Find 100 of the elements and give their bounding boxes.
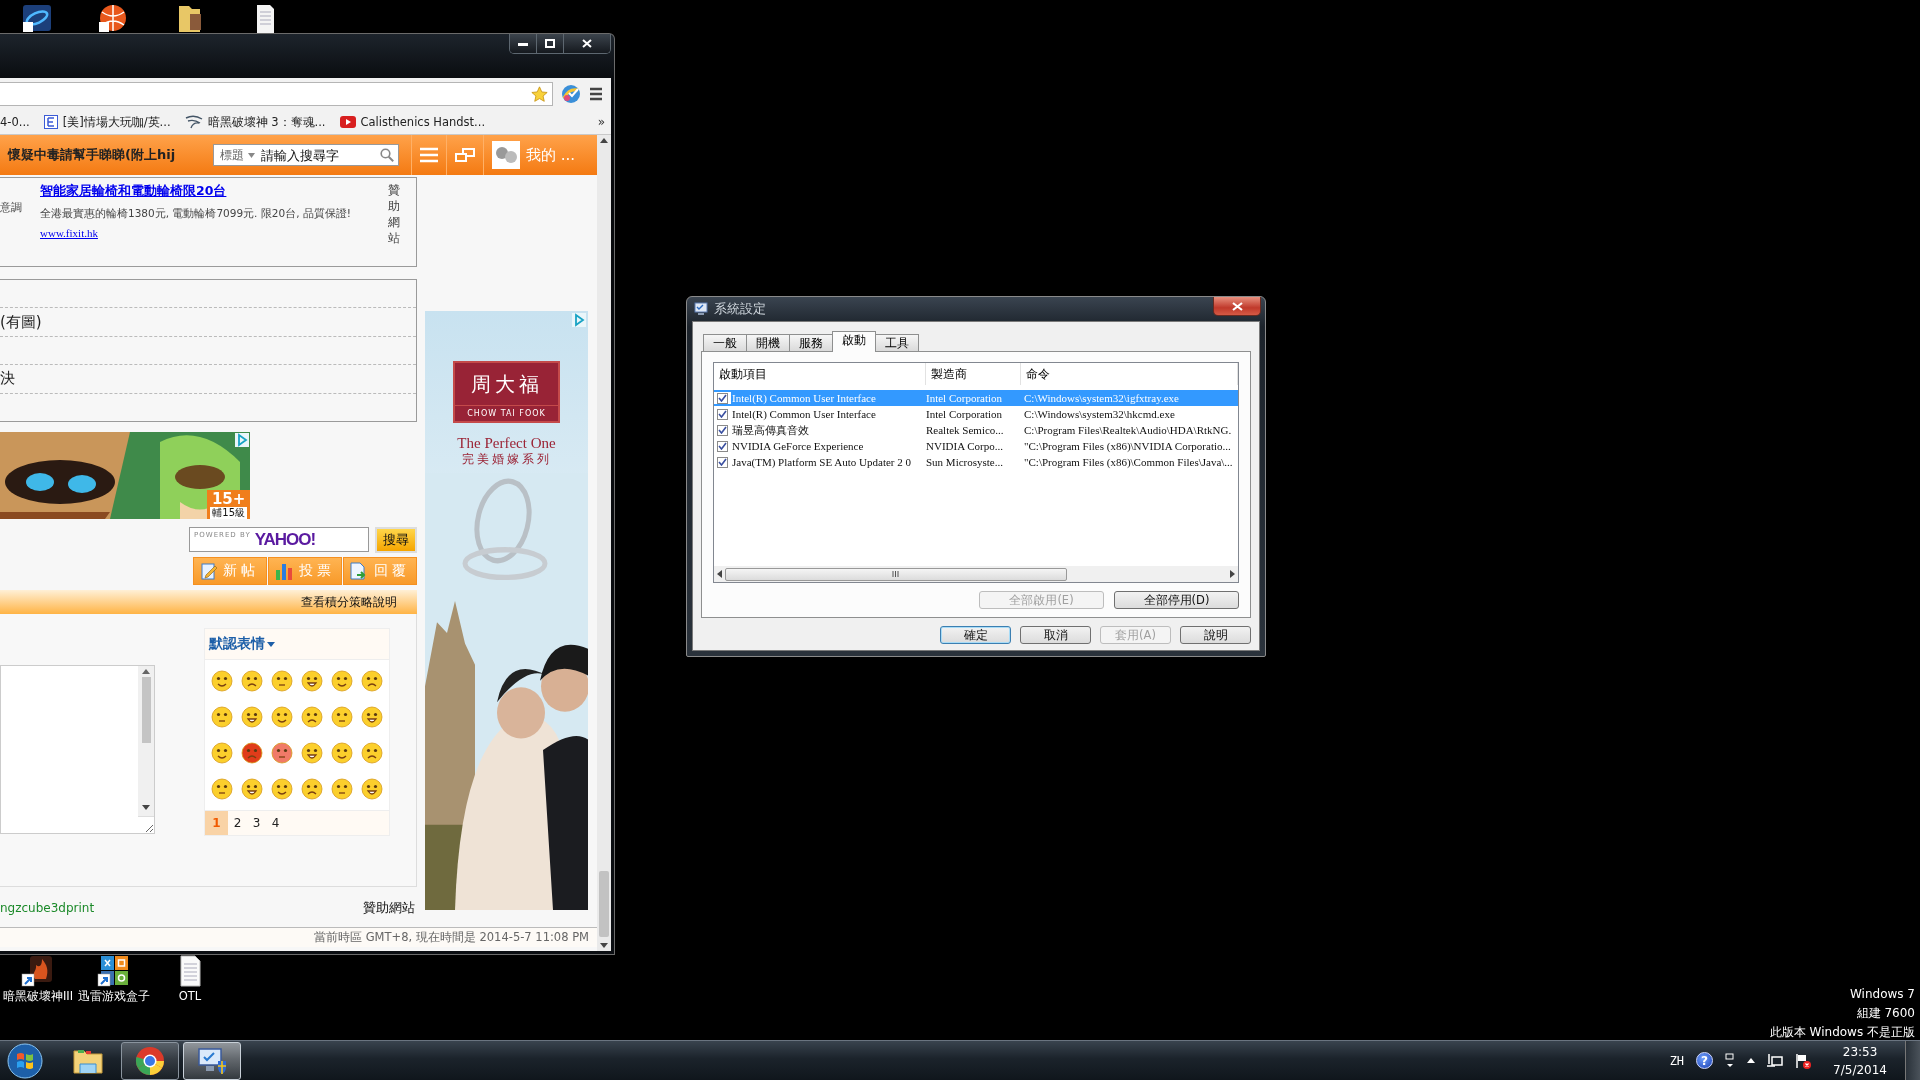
checkbox[interactable] <box>717 440 728 452</box>
scroll-up-icon[interactable] <box>600 138 608 143</box>
game-banner[interactable]: 15+ 輔15級 <box>0 432 250 519</box>
game-shortcut-icon[interactable] <box>21 955 55 987</box>
dialog-button[interactable]: 取消 <box>1020 626 1091 644</box>
star-icon[interactable] <box>531 85 548 103</box>
smiley-icon[interactable] <box>211 742 233 764</box>
dialog-tab[interactable]: 開機 <box>746 334 790 351</box>
ad-choices-icon[interactable] <box>235 433 249 447</box>
smiley-icon[interactable] <box>271 778 293 800</box>
close-button[interactable] <box>564 34 610 53</box>
ad-url-link[interactable]: www.fixit.hk <box>40 227 98 239</box>
ad-choices-icon[interactable] <box>572 313 586 327</box>
disable-all-button[interactable]: 全部停用(D) <box>1114 591 1239 609</box>
column-header[interactable]: 製造商 <box>926 363 1021 385</box>
dialog-tab[interactable]: 服務 <box>789 334 833 351</box>
language-indicator[interactable]: ZH <box>1669 1053 1685 1068</box>
startup-item-name[interactable]: 瑞昱高傳真音效 <box>731 422 809 438</box>
windows-icon[interactable] <box>1725 1052 1736 1069</box>
smiley-icon[interactable] <box>271 670 293 692</box>
desktop-icon-label[interactable]: 暗黑破壞神III <box>2 989 74 1003</box>
show-desktop-button[interactable] <box>1905 1040 1920 1080</box>
extension-icon[interactable] <box>561 84 581 104</box>
caret-icon[interactable] <box>1747 1058 1756 1063</box>
scroll-down-icon[interactable] <box>142 805 150 810</box>
smiley-icon[interactable] <box>211 670 233 692</box>
maximize-button[interactable] <box>537 34 564 53</box>
dialog-tab[interactable]: 工具 <box>875 334 919 351</box>
smiley-icon[interactable] <box>331 742 353 764</box>
startup-item-name[interactable]: NVIDIA GeForce Experience <box>731 440 864 452</box>
user-avatar[interactable] <box>492 141 520 169</box>
smiley-icon[interactable] <box>301 742 323 764</box>
caret-icon[interactable] <box>267 641 275 647</box>
thread-link[interactable]: 決 <box>0 369 15 389</box>
search-button[interactable]: 搜尋 <box>375 527 417 553</box>
scrollbar-thumb[interactable] <box>141 677 151 743</box>
smiley-icon[interactable] <box>241 778 263 800</box>
ad-title-link[interactable]: 智能家居輪椅和電動輪椅限20台 <box>40 183 227 200</box>
smiley-icon[interactable] <box>241 742 263 764</box>
resize-grip-icon[interactable] <box>145 824 154 833</box>
message-field[interactable] <box>0 665 155 834</box>
smiley-icon[interactable] <box>241 670 263 692</box>
footer-link[interactable]: ngzcube3dprint <box>0 901 95 915</box>
smiley-icon[interactable] <box>301 778 323 800</box>
column-header[interactable]: 啟動項目 <box>714 363 926 385</box>
thread-link[interactable]: (有圖) <box>0 312 42 332</box>
menu-icon[interactable] <box>589 87 603 101</box>
checkbox[interactable] <box>717 456 728 468</box>
smiley-icon[interactable] <box>361 778 383 800</box>
smiley-icon[interactable] <box>271 706 293 728</box>
scroll-down-icon[interactable] <box>600 943 608 948</box>
more-bookmarks-button[interactable]: » <box>597 115 605 129</box>
smiley-icon[interactable] <box>331 706 353 728</box>
page-tab[interactable]: 3 <box>247 811 266 835</box>
smiley-icon[interactable] <box>211 706 233 728</box>
dialog-tab[interactable]: 一般 <box>703 334 747 351</box>
minimize-icon <box>518 41 528 46</box>
smiley-icon[interactable] <box>331 778 353 800</box>
dialog-tab[interactable]: 啟動 <box>832 331 876 352</box>
smiley-icon[interactable] <box>241 706 263 728</box>
close-button[interactable] <box>1213 297 1261 316</box>
scrollbar-thumb[interactable] <box>599 871 609 937</box>
smiley-icon[interactable] <box>211 778 233 800</box>
scroll-up-icon[interactable] <box>142 669 150 674</box>
jewelry-ad[interactable]: 周大福 CHOW TAI FOOK The Perfect One 完美婚嫁系列 <box>425 311 588 910</box>
page-tab[interactable]: 2 <box>228 811 247 835</box>
smiley-icon[interactable] <box>301 706 323 728</box>
dialog-button[interactable]: 確定 <box>940 626 1011 644</box>
app-shortcut-icon[interactable] <box>97 955 131 987</box>
start-button[interactable] <box>7 1042 43 1079</box>
smiley-icon[interactable] <box>271 742 293 764</box>
startup-item-name[interactable]: Intel(R) Common User Interface <box>731 408 876 420</box>
checkbox[interactable] <box>717 392 728 404</box>
scroll-right-icon[interactable] <box>1230 570 1235 578</box>
scroll-left-icon[interactable] <box>717 570 722 578</box>
smiley-icon[interactable] <box>361 706 383 728</box>
bookmark-link[interactable]: [美]情場大玩咖/英... <box>62 114 171 130</box>
smiley-icon[interactable] <box>361 742 383 764</box>
bookmark-link[interactable]: Calisthenics Handst... <box>360 115 486 129</box>
checkbox[interactable] <box>717 408 728 420</box>
bookmark-link[interactable]: 4-0... <box>0 115 30 129</box>
smiley-icon[interactable] <box>331 670 353 692</box>
minimize-button[interactable] <box>510 34 537 53</box>
dialog-button[interactable]: 說明 <box>1180 626 1251 644</box>
smiley-icon[interactable] <box>361 670 383 692</box>
taskbar-app-button[interactable] <box>121 1041 179 1080</box>
desktop-icon-label[interactable]: OTL <box>178 989 202 1003</box>
column-header[interactable]: 命令 <box>1021 363 1238 385</box>
smiley-icon[interactable] <box>301 670 323 692</box>
flag-warning-icon[interactable] <box>1795 1052 1812 1069</box>
credits-link[interactable]: 查看積分策略說明 <box>301 593 397 611</box>
smilies-category[interactable]: 默認表情 <box>209 635 265 653</box>
scrollbar-thumb[interactable] <box>725 567 1067 581</box>
desktop-icon-label[interactable]: 迅雷游戏盒子 <box>78 989 150 1003</box>
page-tab[interactable]: 4 <box>266 811 285 835</box>
taskbar-app-button[interactable] <box>183 1041 241 1080</box>
network-icon[interactable] <box>1767 1053 1784 1068</box>
clock[interactable]: 23:53 7/5/2014 <box>1833 1042 1887 1079</box>
bookmark-link[interactable]: 暗黑破壞神 3：奪魂... <box>207 114 326 130</box>
checkbox[interactable] <box>717 424 728 436</box>
